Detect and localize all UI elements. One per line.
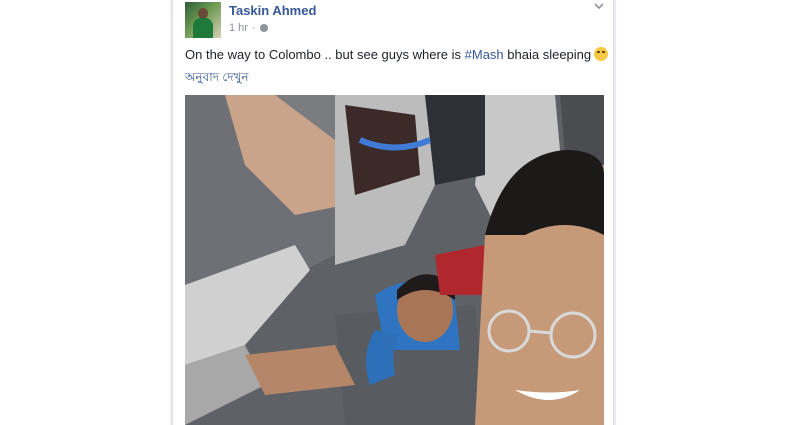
post-meta: 1 hr ·	[229, 22, 268, 34]
hashtag-link[interactable]: #Mash	[465, 47, 504, 62]
post-photo[interactable]	[185, 95, 604, 425]
post-text-end: bhaia sleeping	[503, 47, 592, 62]
emoji-icon	[594, 47, 609, 61]
avatar-body	[193, 18, 213, 38]
post-timestamp[interactable]: 1 hr	[229, 22, 248, 34]
see-translation-link[interactable]: অনুবাদ দেখুন	[185, 69, 249, 89]
author-avatar[interactable]	[185, 2, 221, 38]
globe-icon	[259, 24, 268, 32]
right-column	[616, 0, 790, 425]
post-text-start: On the way to Colombo .. but see guys wh…	[185, 47, 465, 62]
chevron-down-icon[interactable]	[593, 0, 605, 12]
left-column	[0, 0, 170, 425]
post-card: Taskin Ahmed 1 hr · On the way to Colomb…	[172, 0, 614, 425]
meta-separator: ·	[251, 22, 256, 34]
author-name[interactable]: Taskin Ahmed	[229, 3, 316, 18]
post-message: On the way to Colombo .. but see guys wh…	[185, 46, 609, 64]
photo-scene	[185, 95, 604, 425]
